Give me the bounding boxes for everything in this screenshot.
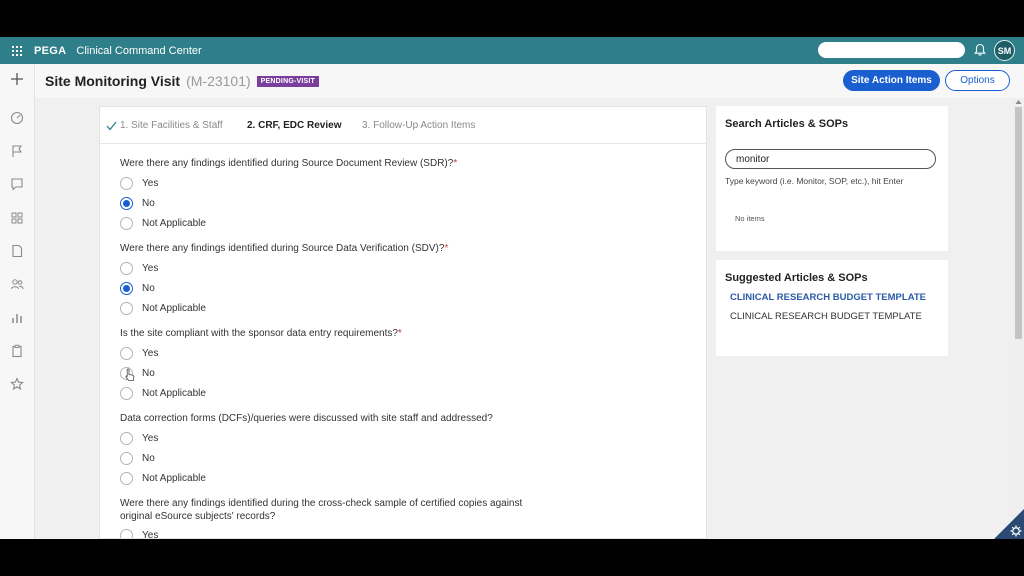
radio-button[interactable] [120,431,133,445]
option-label: Not Applicable [142,387,206,399]
radio-option[interactable]: Not Applicable [120,216,206,230]
article-link[interactable]: CLINICAL RESEARCH BUDGET TEMPLATE [730,292,926,303]
left-nav-rail [0,64,35,539]
hand-cursor-icon [125,368,135,381]
bell-icon[interactable] [973,43,987,57]
settings-corner-icon[interactable] [994,509,1024,539]
panel-title: Suggested Articles & SOPs [725,272,868,284]
radio-button-selected[interactable] [120,281,133,295]
radio-option[interactable]: No [120,451,155,465]
radio-button[interactable] [120,528,133,538]
option-label: Yes [142,177,159,189]
radio-button[interactable] [120,386,133,400]
chat-icon[interactable] [10,177,24,191]
question-text: Is the site compliant with the sponsor d… [120,328,398,339]
form-panel: 1. Site Facilities & Staff 2. CRF, EDC R… [99,106,707,539]
page-title: Site Monitoring Visit [45,73,181,89]
radio-option[interactable]: Not Applicable [120,386,206,400]
page-scrollbar[interactable] [1013,98,1024,539]
clipboard-icon[interactable] [10,344,24,358]
required-mark: * [444,243,449,254]
option-label: No [142,282,155,294]
radio-button[interactable] [120,261,133,275]
panel-title: Search Articles & SOPs [725,118,849,130]
brand-logo: PEGA [34,44,67,57]
question-dcf: Data correction forms (DCFs)/queries wer… [120,412,540,425]
article-search-input[interactable] [725,149,936,169]
create-plus-icon[interactable] [10,72,24,86]
radio-button[interactable] [120,301,133,315]
status-badge: PENDING-VISIT [256,75,319,87]
search-hint: Type keyword (i.e. Monitor, SOP, etc.), … [725,176,904,186]
radio-option[interactable]: Yes [120,261,158,275]
option-label: Not Applicable [142,217,206,229]
check-icon [106,121,117,131]
radio-option[interactable]: No [120,281,155,295]
radio-option[interactable]: Not Applicable [120,471,206,485]
step-1[interactable]: 1. Site Facilities & Staff [120,120,223,131]
radio-button[interactable] [120,346,133,360]
option-label: Yes [142,432,159,444]
question-text: Were there any findings identified durin… [120,243,445,254]
required-mark: * [453,158,458,169]
radio-button[interactable] [120,176,133,190]
question-sdv: Were there any findings identified durin… [120,242,540,255]
question-text: Data correction forms (DCFs)/queries wer… [120,413,493,424]
option-label: Yes [142,347,159,359]
required-mark: * [397,328,402,339]
radio-option[interactable]: Yes [120,431,158,445]
radio-button[interactable] [120,451,133,465]
app-window: PEGA Clinical Command Center SM Site Mon… [0,37,1024,539]
suggested-articles-panel: Suggested Articles & SOPs CLINICAL RESEA… [716,260,948,356]
radio-button[interactable] [120,471,133,485]
radio-option[interactable]: Yes [120,346,158,360]
document-icon[interactable] [10,244,24,258]
scroll-thumb[interactable] [1015,107,1022,339]
knowledge-search-panel: Search Articles & SOPs Type keyword (i.e… [716,106,948,251]
radio-option[interactable]: Yes [120,528,159,539]
option-label: Yes [142,262,159,274]
flag-icon[interactable] [10,144,24,158]
bar-chart-icon[interactable] [10,311,24,325]
question-certified-copies: Were there any findings identified durin… [120,497,530,523]
radio-option[interactable]: No [120,196,155,210]
radio-button[interactable] [120,216,133,230]
radio-option[interactable]: Not Applicable [120,301,206,315]
step-3[interactable]: 3. Follow-Up Action Items [362,120,475,131]
option-label: Not Applicable [142,472,206,484]
options-button[interactable]: Options [945,70,1010,91]
user-avatar[interactable]: SM [994,40,1015,61]
option-label: No [142,197,155,209]
dashboard-icon[interactable] [10,111,24,125]
radio-option[interactable]: Yes [120,176,158,190]
option-label: No [142,452,155,464]
question-data-entry: Is the site compliant with the sponsor d… [120,327,540,340]
article-item[interactable]: CLINICAL RESEARCH BUDGET TEMPLATE [730,311,922,322]
question-text: Were there any findings identified durin… [120,498,523,522]
people-icon[interactable] [10,277,24,291]
scroll-up-arrow-icon[interactable] [1015,99,1022,105]
radio-button-selected[interactable] [120,196,133,210]
case-header: Site Monitoring Visit (M-23101) PENDING-… [35,64,1024,98]
global-search-input[interactable] [818,42,965,58]
star-icon[interactable] [10,377,24,391]
option-label: Not Applicable [142,302,206,314]
apps-grid-icon[interactable] [10,211,24,225]
site-action-items-button[interactable]: Site Action Items [843,70,940,91]
question-sdr: Were there any findings identified durin… [120,157,540,170]
step-navigator: 1. Site Facilities & Staff 2. CRF, EDC R… [100,107,706,144]
empty-results: No items [735,214,765,223]
app-launcher-icon[interactable] [12,45,22,56]
option-label: Yes [142,529,159,539]
case-id: (M-23101) [186,73,251,89]
top-bar: PEGA Clinical Command Center SM [0,37,1024,64]
question-text: Were there any findings identified durin… [120,158,454,169]
step-2[interactable]: 2. CRF, EDC Review [247,120,341,131]
app-name: Clinical Command Center [76,44,202,57]
option-label: No [142,367,155,379]
